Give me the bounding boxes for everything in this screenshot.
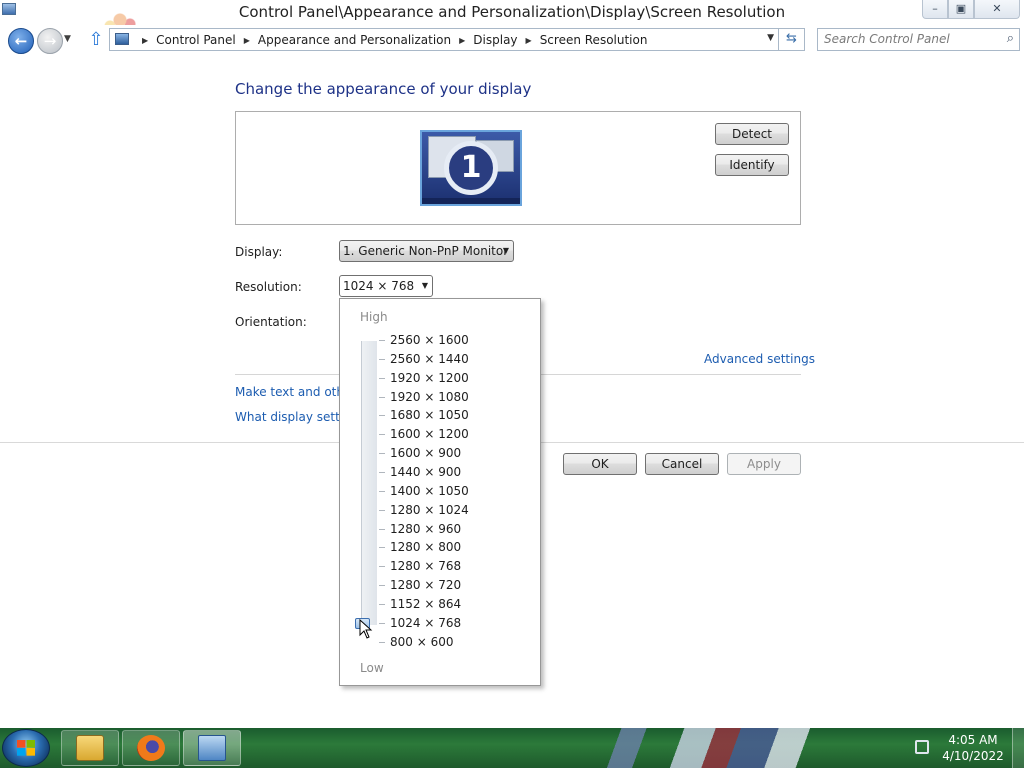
taskbar-thumbnail <box>422 198 520 204</box>
resolution-option[interactable]: 1280 × 768 <box>390 557 510 576</box>
firefox-icon <box>137 735 165 761</box>
ok-button[interactable]: OK <box>563 453 637 475</box>
breadcrumb-control-panel[interactable]: Control Panel <box>156 33 236 47</box>
recent-pages-dropdown-icon[interactable]: ▼ <box>64 34 71 44</box>
refresh-icon[interactable]: ⇆ <box>779 28 805 51</box>
address-bar[interactable]: ▶ Control Panel ▶ Appearance and Personaliz… <box>109 28 779 51</box>
breadcrumb-display[interactable]: Display <box>473 33 517 47</box>
page-title: Change the appearance of your display <box>235 80 532 98</box>
breadcrumb-screen-resolution[interactable]: Screen Resolution <box>540 33 648 47</box>
clock-date[interactable]: 4/10/2022 <box>940 749 1006 763</box>
chevron-right-icon[interactable]: ▶ <box>142 36 148 45</box>
taskbar-firefox-button[interactable] <box>122 730 180 766</box>
resolution-option[interactable]: 1280 × 1024 <box>390 501 510 520</box>
chevron-right-icon[interactable]: ▶ <box>459 36 465 45</box>
slider-tick <box>379 623 385 624</box>
resolution-option[interactable]: 1680 × 1050 <box>390 406 510 425</box>
chevron-down-icon[interactable]: ▼ <box>767 33 774 43</box>
resolution-option[interactable]: 1152 × 864 <box>390 595 510 614</box>
slider-tick <box>379 585 385 586</box>
resolution-option[interactable]: 1600 × 900 <box>390 444 510 463</box>
resolution-option[interactable]: 1920 × 1080 <box>390 388 510 407</box>
slider-tick <box>379 359 385 360</box>
resolution-option[interactable]: 1600 × 1200 <box>390 425 510 444</box>
resolution-option[interactable]: 800 × 600 <box>390 633 510 652</box>
low-label: Low <box>360 661 384 675</box>
resolution-option[interactable]: 2560 × 1440 <box>390 350 510 369</box>
show-desktop-button[interactable] <box>1012 728 1024 768</box>
chevron-down-icon[interactable]: ▼ <box>503 246 509 255</box>
slider-tick <box>379 510 385 511</box>
clock-time[interactable]: 4:05 AM <box>940 733 1006 747</box>
resolution-option[interactable]: 2560 × 1600 <box>390 331 510 350</box>
identify-button[interactable]: Identify <box>715 154 789 176</box>
folder-icon <box>76 735 104 761</box>
slider-tick <box>379 378 385 379</box>
maximize-button[interactable]: ▣ <box>948 0 974 19</box>
monitor-number: 1 <box>444 141 498 195</box>
slider-tick <box>379 529 385 530</box>
close-button[interactable]: ✕ <box>974 0 1020 19</box>
start-button[interactable] <box>2 729 50 767</box>
network-icon[interactable] <box>915 740 929 754</box>
search-input[interactable] <box>824 32 994 46</box>
taskbar-explorer-button[interactable] <box>61 730 119 766</box>
breadcrumb-appearance[interactable]: Appearance and Personalization <box>258 33 451 47</box>
slider-tick <box>379 566 385 567</box>
content-area: Change the appearance of your display 1 … <box>0 59 1024 728</box>
advanced-settings-link[interactable]: Advanced settings <box>704 352 815 366</box>
taskbar-control-panel-button[interactable] <box>183 730 241 766</box>
slider-tick <box>379 472 385 473</box>
title-bar: Control Panel\Appearance and Personaliza… <box>0 0 1024 32</box>
up-arrow-icon[interactable]: ⇧ <box>87 30 105 52</box>
resolution-option[interactable]: 1920 × 1200 <box>390 369 510 388</box>
search-box[interactable]: ⌕ <box>817 28 1020 51</box>
resolution-option[interactable]: 1024 × 768 <box>390 614 510 633</box>
monitor-icon[interactable]: 1 <box>420 130 522 206</box>
display-select[interactable]: 1. Generic Non-PnP Monitor ▼ <box>339 240 514 262</box>
windows-logo-icon <box>17 740 35 756</box>
resolution-option[interactable]: 1400 × 1050 <box>390 482 510 501</box>
resolution-option[interactable]: 1440 × 900 <box>390 463 510 482</box>
slider-tick <box>379 434 385 435</box>
search-icon[interactable]: ⌕ <box>1007 31 1014 46</box>
forward-arrow-icon[interactable]: → <box>37 28 63 54</box>
taskbar: 4:05 AM 4/10/2022 <box>0 728 1024 768</box>
wallpaper-peek <box>590 728 890 768</box>
minimize-button[interactable]: – <box>922 0 948 19</box>
control-panel-icon <box>115 33 129 45</box>
orientation-label: Orientation: <box>235 315 307 329</box>
slider-tick <box>379 340 385 341</box>
display-select-value: 1. Generic Non-PnP Monitor <box>343 244 509 258</box>
slider-tick <box>379 397 385 398</box>
slider-tick <box>379 547 385 548</box>
cancel-button[interactable]: Cancel <box>645 453 719 475</box>
slider-tick <box>379 642 385 643</box>
slider-tick <box>379 604 385 605</box>
chevron-down-icon[interactable]: ▼ <box>422 281 428 290</box>
detect-button[interactable]: Detect <box>715 123 789 145</box>
mouse-cursor-icon <box>359 618 373 639</box>
display-label: Display: <box>235 245 283 259</box>
resolution-select-value: 1024 × 768 <box>343 279 415 293</box>
window-title: Control Panel\Appearance and Personaliza… <box>238 3 786 21</box>
chevron-right-icon[interactable]: ▶ <box>526 36 532 45</box>
resolution-option[interactable]: 1280 × 720 <box>390 576 510 595</box>
breadcrumb: ▶ Control Panel ▶ Appearance and Personaliz… <box>134 33 647 47</box>
slider-tick <box>379 491 385 492</box>
slider-tick <box>379 453 385 454</box>
navigation-bar: ← → ▼ ⇧ ▶ Control Panel ▶ Appearance and Pe… <box>0 25 1024 59</box>
back-arrow-icon[interactable]: ← <box>8 28 34 54</box>
resolution-select[interactable]: 1024 × 768 ▼ <box>339 275 433 297</box>
apply-button[interactable]: Apply <box>727 453 801 475</box>
resolution-option[interactable]: 1280 × 960 <box>390 520 510 539</box>
slider-tick <box>379 415 385 416</box>
resolution-label: Resolution: <box>235 280 302 294</box>
resolution-option[interactable]: 1280 × 800 <box>390 538 510 557</box>
monitor-arrangement-panel: 1 Detect Identify <box>235 111 801 225</box>
resolution-dropdown[interactable]: High 2560 × 1600 2560 × 1440 1920 × 1200 19… <box>339 298 541 686</box>
chevron-right-icon[interactable]: ▶ <box>244 36 250 45</box>
control-panel-icon <box>198 735 226 761</box>
